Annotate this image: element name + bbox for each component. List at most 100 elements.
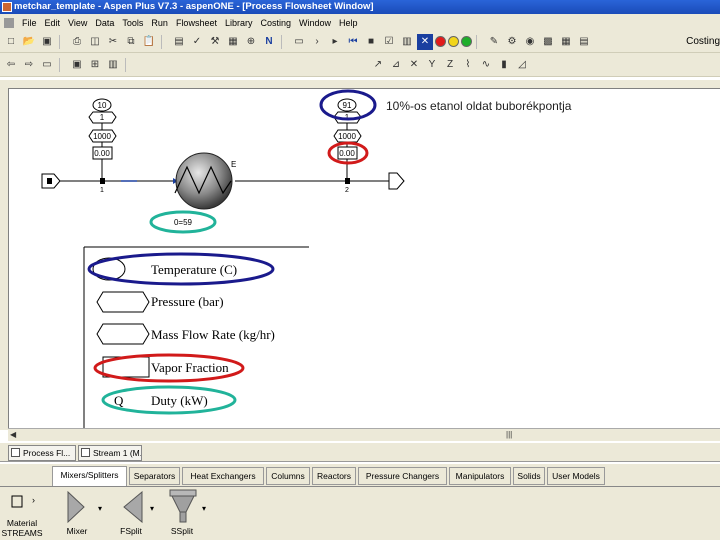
menu-view[interactable]: View xyxy=(64,18,91,28)
plot-bar-icon[interactable]: ▮ xyxy=(496,57,512,73)
menu-help[interactable]: Help xyxy=(335,18,362,28)
main-toolbar: □ 📂 ▣ ⎙ ◫ ✂ ⧉ 📋 ▤ ✓ ⚒ ▦ ⊕ N ▭ › ▸ ⏮ ■ ☑ … xyxy=(0,31,720,53)
costing-label[interactable]: Costing xyxy=(683,36,720,47)
palette-fsplit[interactable]: ▾ FSplit xyxy=(116,487,160,540)
plot-icon[interactable]: ↗ xyxy=(370,57,386,73)
menu-file[interactable]: File xyxy=(18,18,41,28)
paste-icon[interactable]: 📋 xyxy=(141,34,157,50)
aspen-icon[interactable]: ◉ xyxy=(522,34,538,50)
results-icon[interactable]: ▦ xyxy=(225,34,241,50)
next-icon[interactable]: N xyxy=(261,34,277,50)
plot-param-icon[interactable]: ⌇ xyxy=(460,57,476,73)
table-icon[interactable]: ▤ xyxy=(576,34,592,50)
heater-block[interactable]: E xyxy=(174,152,236,210)
status-green-icon[interactable] xyxy=(461,36,472,47)
report-icon[interactable]: ▥ xyxy=(399,34,415,50)
plot-z-icon[interactable]: Z xyxy=(442,57,458,73)
scroll-thumb[interactable]: ||| xyxy=(506,430,512,439)
tile-icon[interactable]: ▩ xyxy=(540,34,556,50)
data-browser-icon[interactable]: ▤ xyxy=(171,34,187,50)
stream-2-id: 2 xyxy=(345,187,349,194)
menu-flowsheet[interactable]: Flowsheet xyxy=(172,18,221,28)
menu-library[interactable]: Library xyxy=(221,18,257,28)
close-icon[interactable]: ✕ xyxy=(417,33,433,50)
plot-area-icon[interactable]: ◿ xyxy=(514,57,530,73)
flowsheet-annotation[interactable]: 10%-os etanol oldat buborékpontja xyxy=(386,99,571,113)
plot-curve-icon[interactable]: ∿ xyxy=(478,57,494,73)
open-icon[interactable]: 📂 xyxy=(21,34,37,50)
scroll-left-icon[interactable]: ◀ xyxy=(10,430,16,439)
palette-ssplit[interactable]: ▾ SSplit xyxy=(164,487,210,540)
window-tab-strip: Process Fl... Stream 1 (M... xyxy=(0,443,720,462)
plot-x-icon[interactable]: ✕ xyxy=(406,57,422,73)
heater-duty-value: 0=59 xyxy=(174,218,193,227)
menu-window[interactable]: Window xyxy=(295,18,335,28)
layout-icon[interactable]: ▥ xyxy=(105,57,121,73)
menu-data[interactable]: Data xyxy=(91,18,118,28)
back-icon[interactable]: ⇦ xyxy=(3,57,19,73)
tab-columns[interactable]: Columns xyxy=(266,467,310,485)
tab-mixers-splitters[interactable]: Mixers/Splitters xyxy=(52,466,127,486)
run-icon[interactable]: › xyxy=(309,34,325,50)
flowsheet-canvas[interactable]: 10 1 1000 0.00 91 1 1000 0.00 1 2 E 0=59… xyxy=(8,88,720,429)
document-icon[interactable] xyxy=(4,17,14,28)
stream-1-mass-flow: 1000 xyxy=(93,132,111,141)
svg-text:▾: ▾ xyxy=(150,504,154,513)
status-yellow-icon[interactable] xyxy=(448,36,459,47)
zoom-icon[interactable]: ⊕ xyxy=(243,34,259,50)
stream-2-vapor-fraction: 0.00 xyxy=(339,149,355,158)
cut-icon[interactable]: ✂ xyxy=(105,34,121,50)
list-icon[interactable]: ▭ xyxy=(39,57,55,73)
control-panel-icon[interactable]: ☑ xyxy=(381,34,397,50)
tab-process-flowsheet[interactable]: Process Fl... xyxy=(8,445,76,461)
tab-separators[interactable]: Separators xyxy=(129,467,180,485)
print-preview-icon[interactable]: ◫ xyxy=(87,34,103,50)
stream-1-id: 1 xyxy=(100,187,104,194)
svg-text:›: › xyxy=(32,495,35,505)
stream-2-labels[interactable]: 91 1 1000 0.00 xyxy=(333,98,362,179)
edit-icon[interactable]: ✎ xyxy=(486,34,502,50)
tab-solids[interactable]: Solids xyxy=(513,467,545,485)
status-red-icon[interactable] xyxy=(435,36,446,47)
tab-stream-1[interactable]: Stream 1 (M... xyxy=(78,445,142,461)
copy-icon[interactable]: ⧉ xyxy=(123,34,139,50)
setup-icon[interactable]: ▭ xyxy=(291,34,307,50)
reinit-icon[interactable]: ⏮ xyxy=(345,34,361,50)
tab-pressure-changers[interactable]: Pressure Changers xyxy=(358,467,447,485)
model-library-icon[interactable]: ⚙ xyxy=(504,34,520,50)
new-icon[interactable]: □ xyxy=(3,34,19,50)
menu-run[interactable]: Run xyxy=(147,18,172,28)
palette-mixer-label: Mixer xyxy=(66,526,88,536)
check-icon[interactable]: ✓ xyxy=(189,34,205,50)
tab-heat-exchangers[interactable]: Heat Exchangers xyxy=(182,467,264,485)
ssplit-icon: ▾ xyxy=(169,489,206,523)
window-title: metchar_template - Aspen Plus V7.3 - asp… xyxy=(14,1,374,12)
flowsheet-drawing: 10 1 1000 0.00 91 1 1000 0.00 1 2 E 0=59… xyxy=(41,89,405,429)
horizontal-scrollbar[interactable]: ◀ ||| xyxy=(8,428,720,441)
menu-tools[interactable]: Tools xyxy=(118,18,147,28)
model-palette: › Material STREAMS ▾ Mixer ▾ FSplit ▾ SS… xyxy=(0,487,720,540)
tool-icon[interactable]: ⚒ xyxy=(207,34,223,50)
print-icon[interactable]: ⎙ xyxy=(69,34,85,50)
grid-icon[interactable]: ▦ xyxy=(558,34,574,50)
step-icon[interactable]: ▸ xyxy=(327,34,343,50)
palette-material-streams[interactable]: › Material STREAMS xyxy=(0,487,44,540)
palette-fsplit-label: FSplit xyxy=(120,526,142,536)
menu-bar: File Edit View Data Tools Run Flowsheet … xyxy=(0,14,720,31)
tab-manipulators[interactable]: Manipulators xyxy=(449,467,511,485)
plot-y-icon[interactable]: Y xyxy=(424,57,440,73)
menu-costing[interactable]: Costing xyxy=(256,18,295,28)
save-icon[interactable]: ▣ xyxy=(39,34,55,50)
palette-mixer[interactable]: ▾ Mixer xyxy=(62,487,106,540)
section-icon[interactable]: ▣ xyxy=(69,57,85,73)
stream-1-pressure: 1 xyxy=(100,113,105,122)
plot-wizard-icon[interactable]: ⊿ xyxy=(388,57,404,73)
forward-icon[interactable]: ⇨ xyxy=(21,57,37,73)
stream-1-labels[interactable]: 10 1 1000 0.00 xyxy=(88,98,117,179)
tab-reactors[interactable]: Reactors xyxy=(312,467,356,485)
stop-icon[interactable]: ■ xyxy=(363,34,379,50)
menu-edit[interactable]: Edit xyxy=(41,18,65,28)
tab-user-models[interactable]: User Models xyxy=(547,467,605,485)
flowsheet-icon[interactable]: ⊞ xyxy=(87,57,103,73)
heater-duty-label[interactable]: 0=59 xyxy=(149,210,217,234)
